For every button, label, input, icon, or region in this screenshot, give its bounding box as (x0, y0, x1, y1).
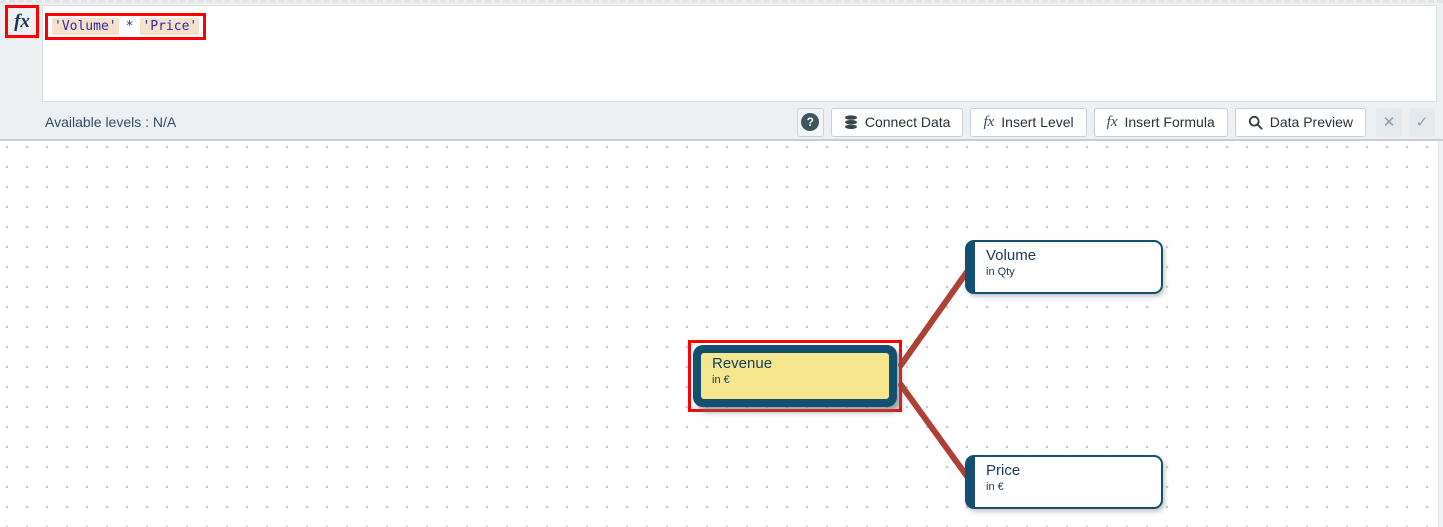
cancel-button[interactable]: ✕ (1376, 108, 1402, 137)
node-volume[interactable]: Volume in Qty (965, 240, 1163, 294)
insert-level-label: Insert Level (1001, 114, 1073, 130)
formula-token-volume[interactable]: 'Volume' (52, 18, 119, 35)
node-title: Volume (986, 247, 1161, 264)
vertical-scrollbar[interactable] (1438, 141, 1443, 527)
edge-revenue-volume[interactable] (901, 269, 969, 365)
node-price[interactable]: Price in € (965, 455, 1163, 509)
insert-formula-button[interactable]: fx Insert Formula (1094, 108, 1228, 137)
help-button[interactable]: ? (797, 108, 824, 137)
connect-data-button[interactable]: Connect Data (831, 108, 964, 137)
insert-formula-label: Insert Formula (1124, 114, 1214, 130)
diagram-canvas[interactable]: Revenue in € Volume in Qty Price in € (0, 141, 1443, 527)
edge-revenue-price[interactable] (901, 385, 969, 479)
check-icon: ✓ (1416, 113, 1429, 131)
node-subtitle: in Qty (986, 266, 1161, 278)
formula-editor-panel: fx 'Volume' * 'Price' Available levels :… (0, 0, 1443, 141)
fx-icon: fx (983, 114, 994, 131)
node-subtitle: in € (986, 481, 1161, 493)
node-revenue[interactable]: Revenue in € (693, 345, 897, 407)
insert-level-button[interactable]: fx Insert Level (970, 108, 1086, 137)
formula-operator: * (119, 18, 141, 35)
help-icon: ? (801, 113, 819, 131)
data-preview-button[interactable]: Data Preview (1235, 108, 1366, 137)
annotation-box-fx: fx (5, 5, 39, 38)
node-subtitle: in € (712, 374, 889, 386)
formula-input[interactable]: 'Volume' * 'Price' (42, 5, 1437, 102)
fx-icon: fx (1107, 114, 1118, 131)
node-title: Revenue (712, 355, 889, 372)
node-revenue-body: Revenue in € (701, 353, 889, 399)
formula-toolbar: ? Connect Data fx Insert Level fx Insert… (797, 108, 1435, 137)
confirm-button[interactable]: ✓ (1409, 108, 1435, 137)
annotation-box-revenue-node: Revenue in € (688, 340, 902, 412)
database-icon (844, 115, 858, 130)
fx-icon: fx (14, 11, 30, 33)
formula-token-price[interactable]: 'Price' (140, 18, 199, 35)
search-icon (1248, 115, 1263, 130)
node-title: Price (986, 462, 1161, 479)
connect-data-label: Connect Data (865, 114, 951, 130)
formula-editor-footer: Available levels : N/A ? Connect Data fx… (0, 102, 1443, 142)
annotation-box-formula: 'Volume' * 'Price' (45, 13, 206, 40)
close-icon: ✕ (1383, 113, 1396, 131)
available-levels-label: Available levels : N/A (45, 114, 176, 130)
edges-layer (0, 141, 1443, 527)
data-preview-label: Data Preview (1270, 114, 1353, 130)
